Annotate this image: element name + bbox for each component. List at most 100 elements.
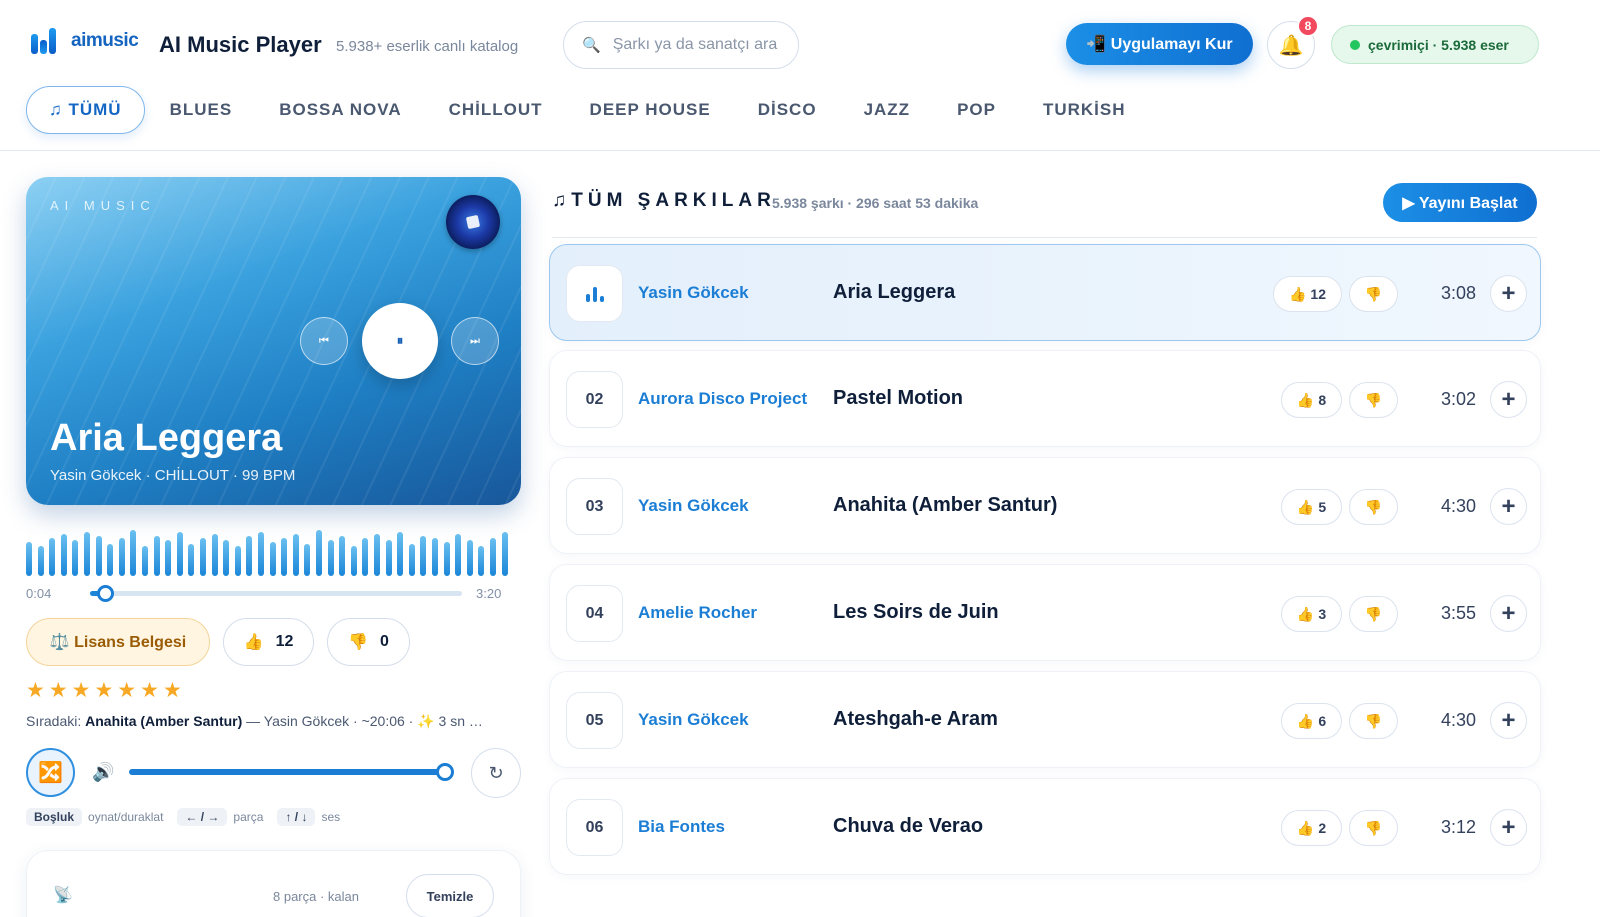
- song-like-button[interactable]: 👍 5: [1281, 489, 1342, 525]
- song-like-button[interactable]: 👍 2: [1281, 810, 1342, 846]
- thumbs-up-icon: 👍: [1296, 391, 1315, 408]
- arrow-up-down-keys: ↑ / ↓: [277, 808, 316, 826]
- online-status-text: çevrimiçi · 5.938 eser: [1368, 36, 1509, 53]
- track-number-text: 05: [585, 711, 604, 729]
- track-number[interactable]: 04: [566, 585, 623, 642]
- track-number[interactable]: 03: [566, 478, 623, 535]
- logo-text: aimusic: [71, 30, 139, 51]
- tab-pop[interactable]: POP: [957, 86, 996, 134]
- shuffle-button[interactable]: 🔀: [26, 748, 75, 797]
- song-dislike-button[interactable]: 👎: [1349, 489, 1398, 525]
- song-row[interactable]: 04 Amelie Rocher Les Soirs de Juin 👍 3 👎 3:55 +: [549, 564, 1541, 661]
- seek-bar-handle[interactable]: [97, 585, 115, 602]
- song-row[interactable]: 03 Yasin Gökcek Anahita (Amber Santur) 👍 5 👎 4…: [549, 457, 1541, 554]
- song-dislike-button[interactable]: 👎: [1349, 382, 1398, 418]
- header: aimusic AI Music Player 5.938+ eserlik c…: [0, 0, 1600, 90]
- add-to-queue-button[interactable]: +: [1490, 595, 1527, 632]
- track-number[interactable]: 06: [566, 799, 623, 856]
- song-title: Les Soirs de Juin: [833, 601, 999, 623]
- song-like-count: 3: [1318, 606, 1327, 622]
- song-like-button[interactable]: 👍 8: [1281, 382, 1342, 418]
- search-input[interactable]: [612, 36, 778, 54]
- next-track-button[interactable]: ⏭: [451, 317, 499, 365]
- song-artist[interactable]: Bia Fontes: [638, 817, 810, 837]
- space-key: Boşluk: [26, 808, 83, 826]
- waveform-bar: [339, 536, 346, 576]
- waveform[interactable]: [26, 530, 521, 576]
- header-divider: [0, 150, 1600, 151]
- keyboard-hints: Boşluk oynat/duraklat ← / → parça ↑ / ↓ …: [26, 808, 340, 826]
- elapsed-time: 0:04: [26, 586, 52, 601]
- repeat-button[interactable]: ↻: [471, 748, 521, 798]
- volume-handle[interactable]: [436, 763, 454, 781]
- song-artist[interactable]: Yasin Gökcek: [638, 496, 810, 516]
- card-brand: AI MUSIC: [50, 198, 156, 213]
- speaker-icon[interactable]: 🔊: [92, 762, 114, 783]
- previous-track-button[interactable]: ⏮: [300, 317, 348, 365]
- song-dislike-button[interactable]: 👎: [1349, 810, 1398, 846]
- start-stream-button[interactable]: ▶ Yayını Başlat: [1383, 183, 1537, 222]
- tab-disco[interactable]: DİSCO: [758, 86, 817, 134]
- track-number[interactable]: 02: [566, 371, 623, 428]
- song-artist[interactable]: Amelie Rocher: [638, 603, 810, 623]
- add-to-queue-button[interactable]: +: [1490, 809, 1527, 846]
- up-next-info: Sıradaki: Anahita (Amber Santur) — Yasin…: [26, 713, 521, 730]
- install-app-button[interactable]: 📲 Uygulamayı Kur: [1066, 23, 1253, 65]
- song-artist[interactable]: Yasin Gökcek: [638, 710, 810, 730]
- add-to-queue-button[interactable]: +: [1490, 275, 1527, 312]
- tab-all[interactable]: ♫ TÜMÜ: [26, 86, 145, 134]
- song-artist[interactable]: Aurora Disco Project: [638, 389, 810, 409]
- dislike-button[interactable]: 👎 0: [327, 618, 410, 666]
- add-to-queue-button[interactable]: +: [1490, 702, 1527, 739]
- app-logo[interactable]: aimusic: [31, 28, 139, 54]
- seek-bar[interactable]: [90, 585, 462, 602]
- song-list-title: ♫TÜM ŞARKILAR: [552, 190, 776, 211]
- thumbs-up-icon: 👍: [243, 634, 264, 651]
- waveform-bar: [292, 534, 299, 576]
- queue-panel: 📡 8 parça · kalan Temizle: [26, 850, 521, 917]
- waveform-bar: [350, 546, 357, 576]
- volume-slider[interactable]: [129, 763, 454, 781]
- tab-bossa-nova[interactable]: BOSSA NOVA: [279, 86, 401, 134]
- rating-stars[interactable]: ★★★★★★★: [26, 678, 186, 703]
- song-row[interactable]: 02 Aurora Disco Project Pastel Motion 👍 8 👎 3:…: [549, 350, 1541, 447]
- license-button[interactable]: ⚖️ Lisans Belgesi: [26, 618, 210, 666]
- app-subtitle: 5.938+ eserlik canlı katalog: [336, 38, 519, 55]
- tab-blues[interactable]: BLUES: [170, 86, 233, 134]
- volume-fill: [129, 769, 445, 775]
- plus-icon: +: [1501, 385, 1516, 413]
- search-box[interactable]: 🔍: [563, 21, 799, 69]
- waveform-bar: [188, 544, 195, 576]
- track-number[interactable]: [566, 265, 623, 322]
- satellite-icon: 📡: [53, 887, 73, 904]
- add-to-queue-button[interactable]: +: [1490, 488, 1527, 525]
- song-like-button[interactable]: 👍 6: [1281, 703, 1342, 739]
- waveform-bar: [211, 534, 218, 576]
- tab-turkish[interactable]: TURKİSH: [1043, 86, 1126, 134]
- waveform-bar: [95, 536, 102, 576]
- play-pause-button[interactable]: ⏸: [362, 303, 438, 379]
- tab-jazz[interactable]: JAZZ: [864, 86, 911, 134]
- song-dislike-button[interactable]: 👎: [1349, 596, 1398, 632]
- add-to-queue-button[interactable]: +: [1490, 381, 1527, 418]
- track-number[interactable]: 05: [566, 692, 623, 749]
- song-artist[interactable]: Yasin Gökcek: [638, 283, 810, 303]
- track-keys-desc: parça: [233, 810, 264, 824]
- song-like-button[interactable]: 👍 3: [1281, 596, 1342, 632]
- song-dislike-button[interactable]: 👎: [1349, 703, 1398, 739]
- song-row[interactable]: 05 Yasin Gökcek Ateshgah-e Aram 👍 6 👎 4:30 +: [549, 671, 1541, 768]
- tab-chillout[interactable]: CHİLLOUT: [449, 86, 543, 134]
- song-duration: 3:12: [1440, 817, 1476, 837]
- total-time: 3:20: [476, 586, 502, 601]
- arrow-left-right-keys: ← / →: [177, 808, 228, 826]
- song-dislike-button[interactable]: 👎: [1349, 276, 1398, 312]
- clear-queue-button[interactable]: Temizle: [406, 874, 494, 917]
- song-like-button[interactable]: 👍 12: [1273, 276, 1342, 312]
- song-row[interactable]: Yasin Gökcek Aria Leggera 👍 12 👎 3:08 +: [549, 244, 1541, 341]
- song-list-summary: 5.938 şarkı · 296 saat 53 dakika: [772, 195, 979, 211]
- tab-deep-house[interactable]: DEEP HOUSE: [590, 86, 711, 134]
- like-button[interactable]: 👍 12: [223, 618, 314, 666]
- previous-icon: ⏮: [319, 334, 329, 347]
- song-row[interactable]: 06 Bia Fontes Chuva de Verao 👍 2 👎 3:12 +: [549, 778, 1541, 875]
- plus-icon: +: [1501, 599, 1516, 627]
